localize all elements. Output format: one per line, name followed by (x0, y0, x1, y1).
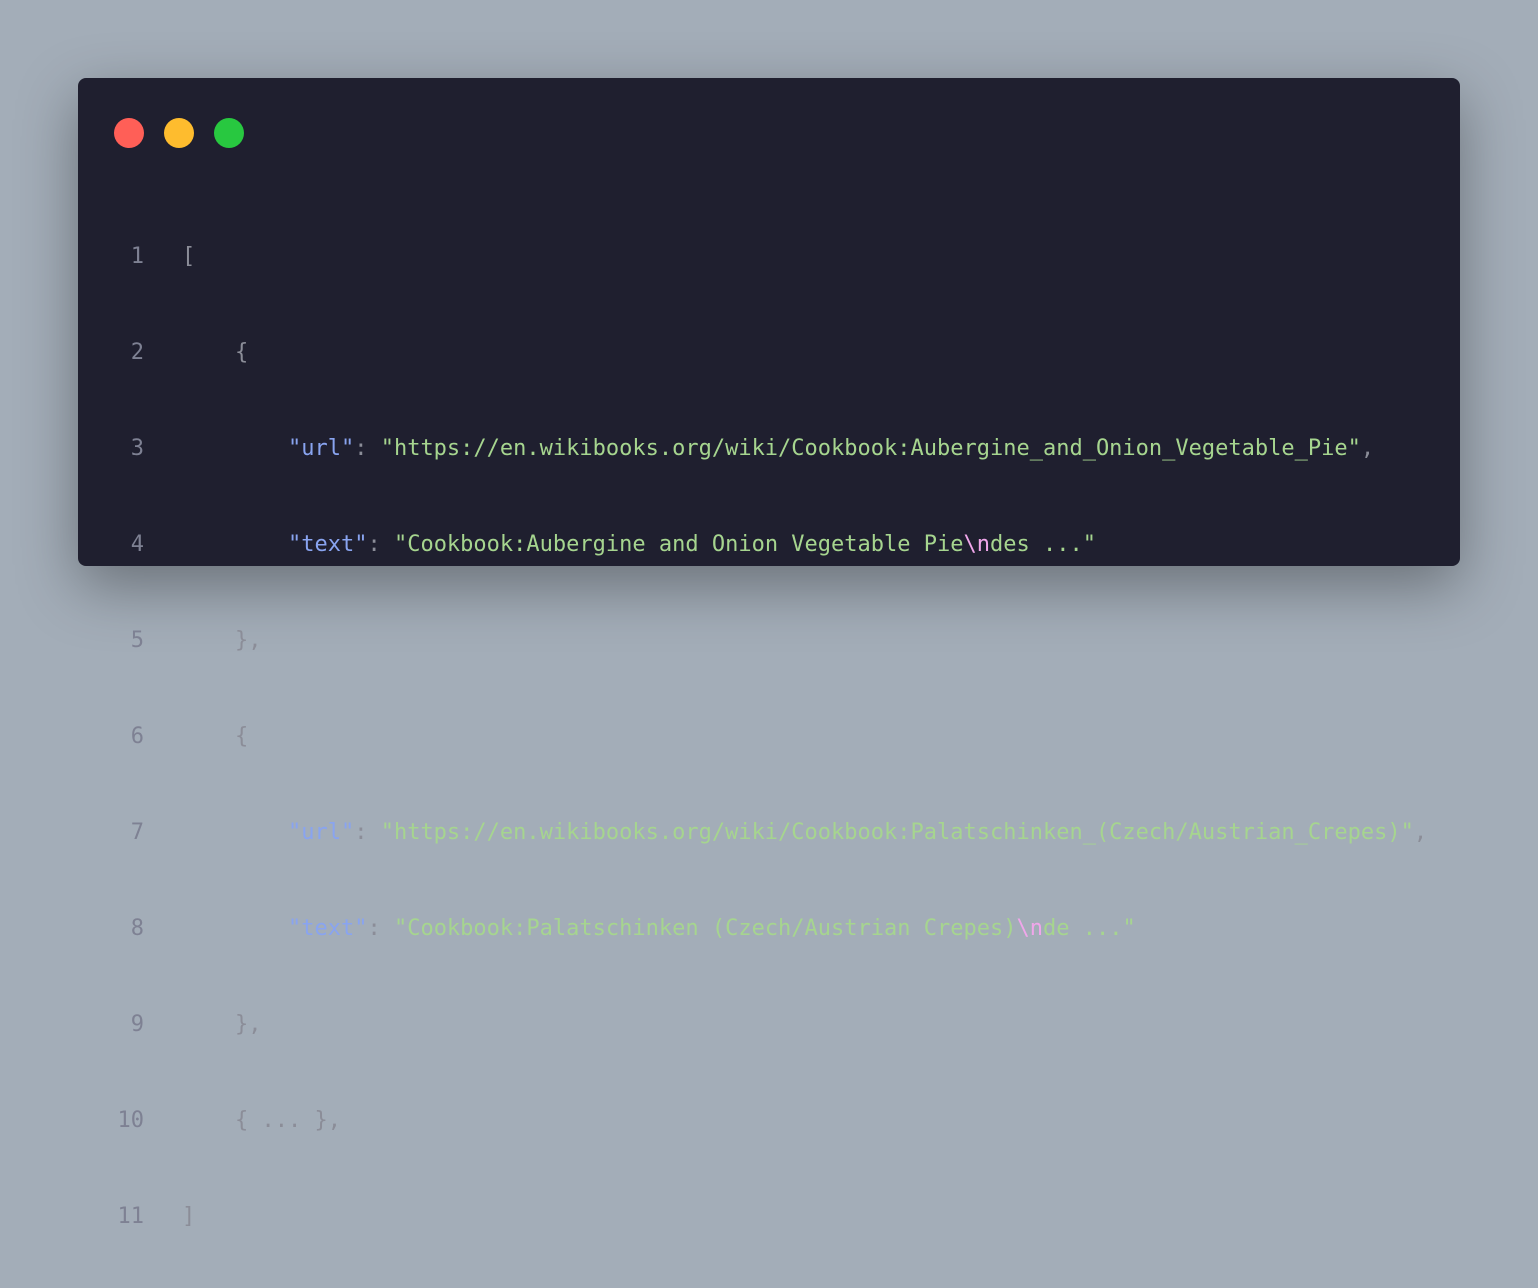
open-bracket: [ (182, 244, 196, 269)
json-separator: : (354, 820, 381, 845)
code-window: 1[ 2 { 3 "url": "https://en.wikibooks.or… (78, 78, 1460, 1229)
json-key: "text" (287, 916, 368, 941)
code-line: 3 "url": "https://en.wikibooks.org/wiki/… (108, 433, 1427, 465)
json-separator: : (367, 532, 394, 557)
line-number: 3 (130, 436, 144, 461)
json-key: "url" (287, 820, 355, 845)
code-line: 2 { (108, 337, 1427, 369)
line-number: 8 (130, 916, 144, 941)
code-line: 5 }, (108, 625, 1427, 657)
json-string: "Cookbook:Aubergine and Onion Vegetable … (393, 532, 964, 557)
json-string: "Cookbook:Palatschinken (Czech/Austrian … (393, 916, 1017, 941)
line-number: 9 (130, 1012, 144, 1037)
comma: , (1413, 820, 1428, 845)
line-number: 1 (130, 244, 144, 269)
maximize-button[interactable] (214, 118, 244, 148)
open-brace: { (234, 724, 249, 749)
code-line: 9 }, (108, 1009, 1427, 1041)
close-brace: }, (234, 1012, 262, 1037)
json-key: "url" (287, 436, 355, 461)
escape-sequence: \n (963, 532, 991, 557)
close-brace: }, (234, 628, 262, 653)
code-line: 10 { ... }, (108, 1105, 1427, 1137)
code-line: 1[ (108, 241, 1427, 273)
json-key: "text" (287, 532, 368, 557)
json-string: "https://en.wikibooks.org/wiki/Cookbook:… (380, 820, 1414, 845)
json-separator: : (367, 916, 394, 941)
minimize-button[interactable] (164, 118, 194, 148)
line-number: 5 (130, 628, 144, 653)
line-number: 10 (117, 1108, 145, 1133)
open-brace: { (234, 340, 249, 365)
json-string: "https://en.wikibooks.org/wiki/Cookbook:… (380, 436, 1361, 461)
code-line: 4 "text": "Cookbook:Aubergine and Onion … (108, 529, 1427, 561)
code-line: 8 "text": "Cookbook:Palatschinken (Czech… (108, 913, 1427, 945)
line-number: 4 (130, 532, 144, 557)
line-number: 6 (130, 724, 144, 749)
json-separator: : (354, 436, 381, 461)
line-number: 11 (117, 1204, 145, 1229)
code-line: 7 "url": "https://en.wikibooks.org/wiki/… (108, 817, 1427, 849)
code-block: 1[ 2 { 3 "url": "https://en.wikibooks.or… (108, 177, 1428, 1288)
code-line: 11] (108, 1201, 1427, 1233)
escape-sequence: \n (1016, 916, 1043, 941)
comma: , (1360, 436, 1375, 461)
line-number: 2 (130, 340, 144, 365)
code-line: 6 { (108, 721, 1427, 753)
collapsed-object: { ... }, (234, 1108, 341, 1133)
json-string-tail: de ..." (1042, 916, 1136, 941)
json-string-tail: des ..." (990, 532, 1096, 557)
close-button[interactable] (114, 118, 144, 148)
line-number: 7 (130, 820, 144, 845)
close-bracket: ] (182, 1204, 196, 1229)
